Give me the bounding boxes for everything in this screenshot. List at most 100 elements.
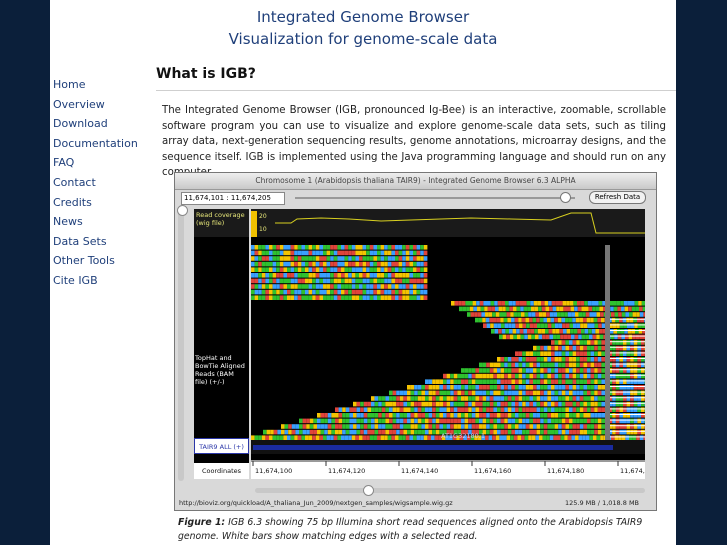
read-base [315,267,320,272]
read-base [279,278,284,284]
read-base [561,396,566,401]
read-base [297,295,302,300]
read-base [493,418,497,424]
read-base [369,261,374,267]
read-base [558,362,562,368]
read-base [493,390,497,396]
read-base [483,323,487,328]
read-base [337,250,341,256]
read-base [563,329,567,334]
read-base [547,390,551,396]
read-base [579,317,583,323]
read-base [349,407,353,412]
read-base [641,429,645,435]
read-base [548,301,552,306]
nav-link-download[interactable]: Download [53,116,148,136]
read-base [405,295,410,300]
read-base [507,362,512,368]
read-base [425,418,429,424]
read-base [637,385,641,390]
read-base [637,407,641,412]
read-base [543,379,548,384]
read-base [511,323,516,328]
gene-name-label: AT1G32180.1 [441,432,485,440]
read-base [446,373,451,379]
read-base [290,295,295,300]
read-base [543,385,548,390]
read-base [337,435,341,440]
nav-link-news[interactable]: News [53,214,148,234]
read-base [554,413,559,418]
read-base [635,329,639,334]
read-base [511,413,515,418]
read-base [583,340,587,345]
nav-link-overview[interactable]: Overview [53,97,148,117]
read-base [489,379,494,384]
read-base [554,351,559,356]
read-base [399,396,404,401]
read-base [396,396,400,401]
nav-link-other-tools[interactable]: Other Tools [53,253,148,273]
read-base [464,396,469,401]
read-base [518,396,523,401]
read-base [521,435,525,440]
read-base [380,289,385,295]
read-base [623,413,627,418]
ruler-tick-label: 11,674,140 [401,467,438,475]
read-base [479,396,483,401]
read-base [624,329,628,334]
read-base [594,323,599,328]
read-base [515,373,519,379]
read-base [288,429,292,435]
read-base [287,295,291,300]
read-base [362,435,367,440]
nav-link-documentation[interactable]: Documentation [53,136,148,156]
nav-link-credits[interactable]: Credits [53,195,148,215]
read-base [360,418,364,424]
read-base [529,385,533,390]
read-base [469,306,474,312]
read-base [416,245,421,250]
nav-link-contact[interactable]: Contact [53,175,148,195]
read-base [503,435,507,440]
read-base [435,390,440,396]
read-base [515,429,519,435]
read-base [619,351,623,356]
read-base [592,306,596,312]
nav-link-cite-igb[interactable]: Cite IGB [53,273,148,293]
read-base [461,390,465,396]
read-base [511,401,515,407]
read-base [513,306,517,312]
read-base [575,312,579,317]
read-base [504,362,508,368]
read-base [326,295,331,300]
matching-edge-bar [610,358,645,359]
nav-link-home[interactable]: Home [53,77,148,97]
read-base [461,401,465,407]
read-base [427,435,431,440]
read-base [522,396,526,401]
read-base [623,385,627,390]
read-base [526,323,530,328]
read-base [474,312,478,317]
read-base [623,301,628,306]
read-base [507,401,512,407]
read-base [525,373,530,379]
read-base [374,401,379,407]
read-base [500,418,505,424]
read-base [540,413,544,418]
read-base [497,429,501,435]
read-base [507,413,512,418]
nav-link-data-sets[interactable]: Data Sets [53,234,148,254]
read-base [600,312,604,317]
read-base [423,289,428,295]
read-base [374,429,379,435]
read-base [312,256,316,261]
read-base [362,267,367,272]
read-base [486,368,490,373]
read-base [601,345,605,351]
read-base [443,407,447,412]
read-base [254,261,259,267]
read-base [540,368,544,373]
nav-link-faq[interactable]: FAQ [53,155,148,175]
